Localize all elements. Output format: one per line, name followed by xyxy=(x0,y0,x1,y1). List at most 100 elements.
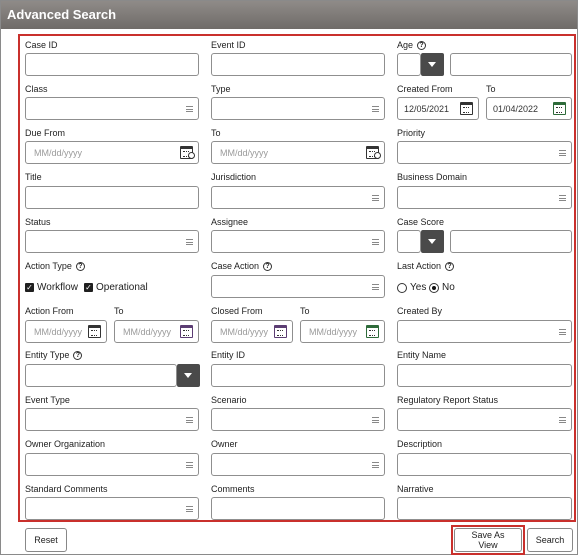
chevron-down-icon[interactable] xyxy=(421,53,444,76)
due-from-label: Due From xyxy=(25,128,66,138)
list-icon xyxy=(372,106,379,112)
case-id-label: Case ID xyxy=(25,40,58,50)
list-icon xyxy=(372,462,379,468)
owner-select[interactable] xyxy=(211,453,385,476)
business-domain-select[interactable] xyxy=(397,186,572,209)
entity-name-input[interactable] xyxy=(397,364,572,387)
list-icon xyxy=(559,417,566,423)
calendar-icon[interactable] xyxy=(553,102,566,115)
due-to-date-input[interactable]: MM/dd/yyyy xyxy=(211,141,385,164)
list-icon xyxy=(186,506,193,512)
list-icon xyxy=(372,239,379,245)
list-icon xyxy=(372,195,379,201)
save-as-view-button[interactable]: Save As View xyxy=(454,528,522,552)
operational-checkbox[interactable]: ✓ Operational xyxy=(84,282,148,293)
entity-id-input[interactable] xyxy=(211,364,385,387)
case-score-label: Case Score xyxy=(397,217,445,227)
chevron-down-icon[interactable] xyxy=(177,364,200,387)
description-label: Description xyxy=(397,439,443,449)
last-action-no-radio[interactable]: No xyxy=(429,282,455,293)
help-icon[interactable]: ? xyxy=(445,261,455,271)
assignee-label: Assignee xyxy=(211,217,249,227)
event-id-input[interactable] xyxy=(211,53,385,76)
list-icon xyxy=(186,239,193,245)
regulatory-report-status-label: Regulatory Report Status xyxy=(397,395,499,405)
case-score-operator-select[interactable] xyxy=(397,230,421,253)
business-domain-label: Business Domain xyxy=(397,172,468,182)
scenario-label: Scenario xyxy=(211,395,247,405)
scenario-select[interactable] xyxy=(211,408,385,431)
age-input[interactable] xyxy=(450,53,572,76)
assignee-select[interactable] xyxy=(211,230,385,253)
closed-from-date-input[interactable]: MM/dd/yyyy xyxy=(211,320,293,343)
list-icon xyxy=(372,284,379,290)
workflow-checkbox[interactable]: ✓ Workflow xyxy=(25,282,78,293)
entity-id-label: Entity ID xyxy=(211,350,246,360)
status-select[interactable] xyxy=(25,230,199,253)
help-icon[interactable]: ? xyxy=(73,350,83,360)
regulatory-report-status-select[interactable] xyxy=(397,408,572,431)
closed-to-label: To xyxy=(300,306,310,316)
help-icon[interactable]: ? xyxy=(75,261,85,271)
created-from-date-input[interactable]: 12/05/2021 xyxy=(397,97,479,120)
created-by-label: Created By xyxy=(397,306,443,316)
created-from-label: Created From xyxy=(397,84,453,94)
last-action-yes-radio[interactable]: Yes xyxy=(397,282,426,293)
comments-input[interactable] xyxy=(211,497,385,520)
due-to-label: To xyxy=(211,128,221,138)
jurisdiction-label: Jurisdiction xyxy=(211,172,257,182)
check-icon: ✓ xyxy=(84,283,93,292)
calendar-icon[interactable] xyxy=(88,325,101,338)
entity-type-select[interactable] xyxy=(25,364,177,387)
case-id-input[interactable] xyxy=(25,53,199,76)
type-select[interactable] xyxy=(211,97,385,120)
comments-label: Comments xyxy=(211,484,255,494)
window-title: Advanced Search xyxy=(1,1,577,29)
event-type-select[interactable] xyxy=(25,408,199,431)
status-label: Status xyxy=(25,217,51,227)
class-select[interactable] xyxy=(25,97,199,120)
standard-comments-select[interactable] xyxy=(25,497,199,520)
owner-organization-label: Owner Organization xyxy=(25,439,106,449)
help-icon[interactable]: ? xyxy=(263,261,273,271)
owner-organization-select[interactable] xyxy=(25,453,199,476)
title-input[interactable] xyxy=(25,186,199,209)
list-icon xyxy=(186,106,193,112)
created-to-label: To xyxy=(486,84,496,94)
action-from-date-input[interactable]: MM/dd/yyyy xyxy=(25,320,107,343)
closed-to-date-input[interactable]: MM/dd/yyyy xyxy=(300,320,385,343)
narrative-input[interactable] xyxy=(397,497,572,520)
case-score-input[interactable] xyxy=(450,230,572,253)
entity-type-label: Entity Type? xyxy=(25,350,83,360)
priority-select[interactable] xyxy=(397,141,572,164)
action-type-label: Action Type? xyxy=(25,261,85,271)
calendar-icon[interactable] xyxy=(460,102,473,115)
age-operator-select[interactable] xyxy=(397,53,421,76)
case-action-select[interactable] xyxy=(211,275,385,298)
advanced-search-window: Advanced Search Case ID Event ID Age? Cl… xyxy=(0,0,578,555)
case-action-label: Case Action? xyxy=(211,261,273,271)
event-id-label: Event ID xyxy=(211,40,246,50)
list-icon xyxy=(186,417,193,423)
help-icon[interactable]: ? xyxy=(417,40,427,50)
jurisdiction-select[interactable] xyxy=(211,186,385,209)
action-from-label: Action From xyxy=(25,306,74,316)
list-icon xyxy=(559,150,566,156)
calendar-icon[interactable] xyxy=(274,325,287,338)
search-button[interactable]: Search xyxy=(527,528,573,552)
list-icon xyxy=(559,329,566,335)
created-to-date-input[interactable]: 01/04/2022 xyxy=(486,97,572,120)
created-by-select[interactable] xyxy=(397,320,572,343)
owner-label: Owner xyxy=(211,439,238,449)
entity-name-label: Entity Name xyxy=(397,350,447,360)
check-icon: ✓ xyxy=(25,283,34,292)
description-input[interactable] xyxy=(397,453,572,476)
calendar-icon[interactable] xyxy=(366,325,379,338)
action-to-date-input[interactable]: MM/dd/yyyy xyxy=(114,320,199,343)
list-icon xyxy=(559,195,566,201)
calendar-icon[interactable] xyxy=(180,325,193,338)
chevron-down-icon[interactable] xyxy=(421,230,444,253)
due-from-date-input[interactable]: MM/dd/yyyy xyxy=(25,141,199,164)
class-label: Class xyxy=(25,84,48,94)
reset-button[interactable]: Reset xyxy=(25,528,67,552)
